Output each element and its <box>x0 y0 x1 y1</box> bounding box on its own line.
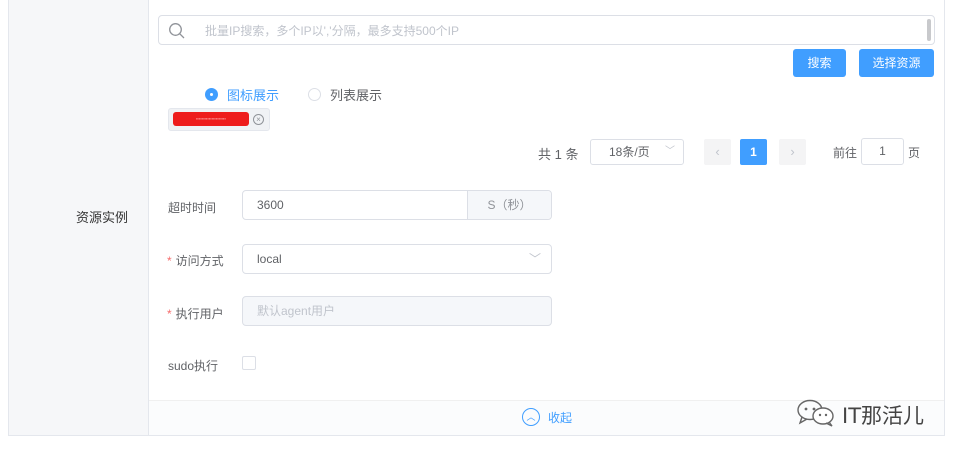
timeout-unit: S（秒） <box>467 191 551 219</box>
chevron-down-icon: ﹀ <box>665 146 675 157</box>
select-resource-button[interactable]: 选择资源 <box>859 49 934 77</box>
redacted-resource-name: ▪▪▪▪▪▪▪▪▪▪▪▪▪▪▪▪▪▪▪▪▪ <box>173 112 249 126</box>
timeout-value: 3600 <box>257 198 284 212</box>
access-label: * 访问方式 <box>167 252 224 269</box>
timeout-label: 超时时间 <box>168 199 216 216</box>
radio-unchecked-icon <box>308 87 321 101</box>
search-icon <box>168 22 186 40</box>
close-circle-icon[interactable]: × <box>253 114 264 125</box>
ip-search-box[interactable] <box>158 15 935 45</box>
section-label: 资源实例 <box>76 210 129 225</box>
scrollbar[interactable] <box>927 19 931 41</box>
pagination-total: 共 1 条 <box>538 147 579 162</box>
chevron-right-icon: › <box>790 144 795 159</box>
page-suffix: 页 <box>908 146 921 160</box>
timeout-input[interactable]: 3600 S（秒） <box>242 190 552 220</box>
page-number-current[interactable]: 1 <box>740 139 767 165</box>
sudo-label: sudo执行 <box>168 359 219 373</box>
goto-label: 前往 <box>833 146 858 160</box>
timeout-label-text: 超时时间 <box>168 201 217 215</box>
radio-checked-icon <box>205 87 218 101</box>
radio-list-view-label: 列表展示 <box>330 87 383 103</box>
radio-icon-view-label: 图标展示 <box>227 87 280 103</box>
chevron-up-circle-icon: ︿ <box>522 408 540 426</box>
page-size-select[interactable]: 18条/页 ﹀ <box>590 139 684 165</box>
wechat-icon <box>796 398 836 431</box>
exec-user-label: * 执行用户 <box>167 305 224 322</box>
chevron-down-icon: ﹀ <box>528 252 541 266</box>
page-size-value: 18条/页 <box>609 145 650 159</box>
goto-page-input[interactable]: 1 <box>861 138 904 165</box>
exec-user-input[interactable]: 默认agent用户 <box>242 296 552 326</box>
resource-tag: ▪▪▪▪▪▪▪▪▪▪▪▪▪▪▪▪▪▪▪▪▪ × <box>168 108 270 131</box>
ip-search-input[interactable] <box>205 22 905 40</box>
collapse-label: 收起 <box>548 410 573 425</box>
watermark: IT那活儿 <box>796 398 924 431</box>
required-mark: * <box>167 307 172 321</box>
collapse-button[interactable]: ︿ 收起 <box>522 408 572 426</box>
access-method-value: local <box>257 252 282 266</box>
chevron-left-icon: ‹ <box>715 144 720 159</box>
next-page-button[interactable]: › <box>779 139 806 165</box>
watermark-text: IT那活儿 <box>842 403 925 428</box>
sudo-checkbox[interactable] <box>242 356 256 370</box>
access-label-text: 访问方式 <box>175 254 224 268</box>
exec-user-label-text: 执行用户 <box>175 307 224 321</box>
access-method-select[interactable]: local ﹀ <box>242 244 552 274</box>
radio-icon-view[interactable]: 图标展示 <box>205 86 280 103</box>
search-button[interactable]: 搜索 <box>793 49 846 77</box>
radio-list-view[interactable]: 列表展示 <box>308 86 383 103</box>
required-mark: * <box>167 254 172 268</box>
prev-page-button[interactable]: ‹ <box>704 139 731 165</box>
